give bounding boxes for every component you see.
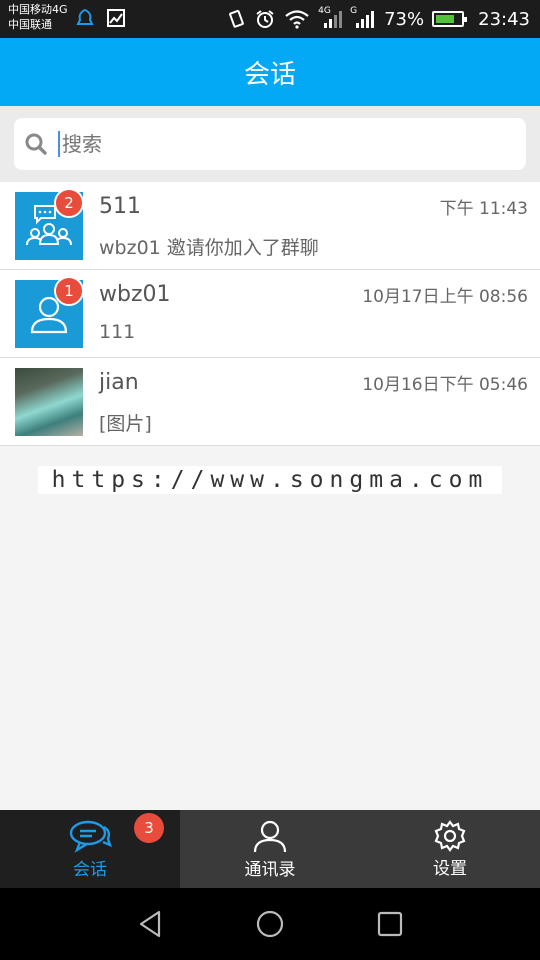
- status-right: 4G G 73% 23:43: [226, 0, 530, 38]
- conversation-item[interactable]: jian 10月16日下午 05:46 [图片]: [0, 358, 540, 446]
- watermark: https://www.songma.com: [38, 466, 502, 494]
- photo-avatar: [15, 368, 83, 436]
- search-input[interactable]: [62, 132, 482, 156]
- carrier-1: 中国移动4G: [8, 3, 68, 16]
- tab-label: 设置: [433, 858, 467, 879]
- conversation-name: jian: [99, 370, 139, 395]
- tab-badge: 3: [134, 813, 164, 843]
- signal-icon: [324, 11, 343, 28]
- chat-icon: [69, 820, 112, 853]
- carrier-2: 中国联通: [8, 18, 52, 31]
- conversation-item[interactable]: 2 511 下午 11:43 wbz01 邀请你加入了群聊: [0, 182, 540, 270]
- gear-icon: [434, 819, 466, 852]
- recents-button[interactable]: [370, 908, 410, 940]
- vibrate-icon: [229, 9, 244, 28]
- conversation-name: wbz01: [99, 282, 171, 307]
- back-icon: [139, 910, 161, 938]
- tab-conversations[interactable]: 会话 3: [0, 810, 180, 888]
- unread-badge: 2: [54, 188, 84, 218]
- conversation-time: 下午 11:43: [439, 199, 528, 219]
- home-button[interactable]: [250, 908, 290, 940]
- system-nav-bar: [0, 888, 540, 960]
- conversation-preview: [图片]: [99, 413, 152, 435]
- conversation-list: 2 511 下午 11:43 wbz01 邀请你加入了群聊 1 wbz01 10…: [0, 182, 540, 446]
- wifi-icon: [285, 10, 309, 29]
- signal-4g: 4G: [318, 6, 343, 30]
- status-time: 23:43: [478, 8, 530, 30]
- battery-fill: [436, 15, 454, 23]
- status-bar: 中国移动4G 中国联通 4G G 73% 23:43: [0, 0, 540, 38]
- back-button[interactable]: [130, 908, 170, 940]
- text-cursor: [58, 131, 60, 157]
- conversation-preview: wbz01 邀请你加入了群聊: [99, 237, 319, 259]
- tab-settings[interactable]: 设置: [360, 810, 540, 888]
- conversation-preview: 111: [99, 321, 136, 343]
- tab-contacts[interactable]: 通讯录: [180, 810, 360, 888]
- signal-g: G: [350, 6, 376, 30]
- unread-badge: 1: [54, 276, 84, 306]
- notification-icon: [76, 8, 94, 25]
- status-notification-icons: [76, 8, 126, 28]
- tab-label: 通讯录: [244, 859, 296, 880]
- app-header: 会话: [0, 38, 540, 106]
- search-box[interactable]: [14, 118, 526, 170]
- tab-label: 会话: [73, 859, 107, 880]
- conversation-item[interactable]: 1 wbz01 10月17日上午 08:56 111: [0, 270, 540, 358]
- search-bar: [0, 106, 540, 182]
- conversation-time: 10月17日上午 08:56: [362, 287, 528, 307]
- battery-icon: [432, 11, 468, 27]
- signal-icon: [356, 11, 375, 28]
- search-icon: [25, 133, 47, 155]
- contacts-icon: [253, 820, 287, 852]
- battery-percent: 73%: [384, 8, 425, 30]
- page-title: 会话: [243, 59, 296, 90]
- conversation-time: 10月16日下午 05:46: [362, 375, 528, 395]
- home-icon: [256, 910, 284, 938]
- carrier-info: 中国移动4G 中国联通: [8, 2, 68, 32]
- recents-icon: [377, 911, 403, 937]
- conversation-name: 511: [99, 194, 141, 219]
- alarm-icon: [256, 10, 274, 28]
- image-icon: [107, 9, 125, 27]
- bottom-tab-bar: 会话 3 通讯录 设置: [0, 810, 540, 888]
